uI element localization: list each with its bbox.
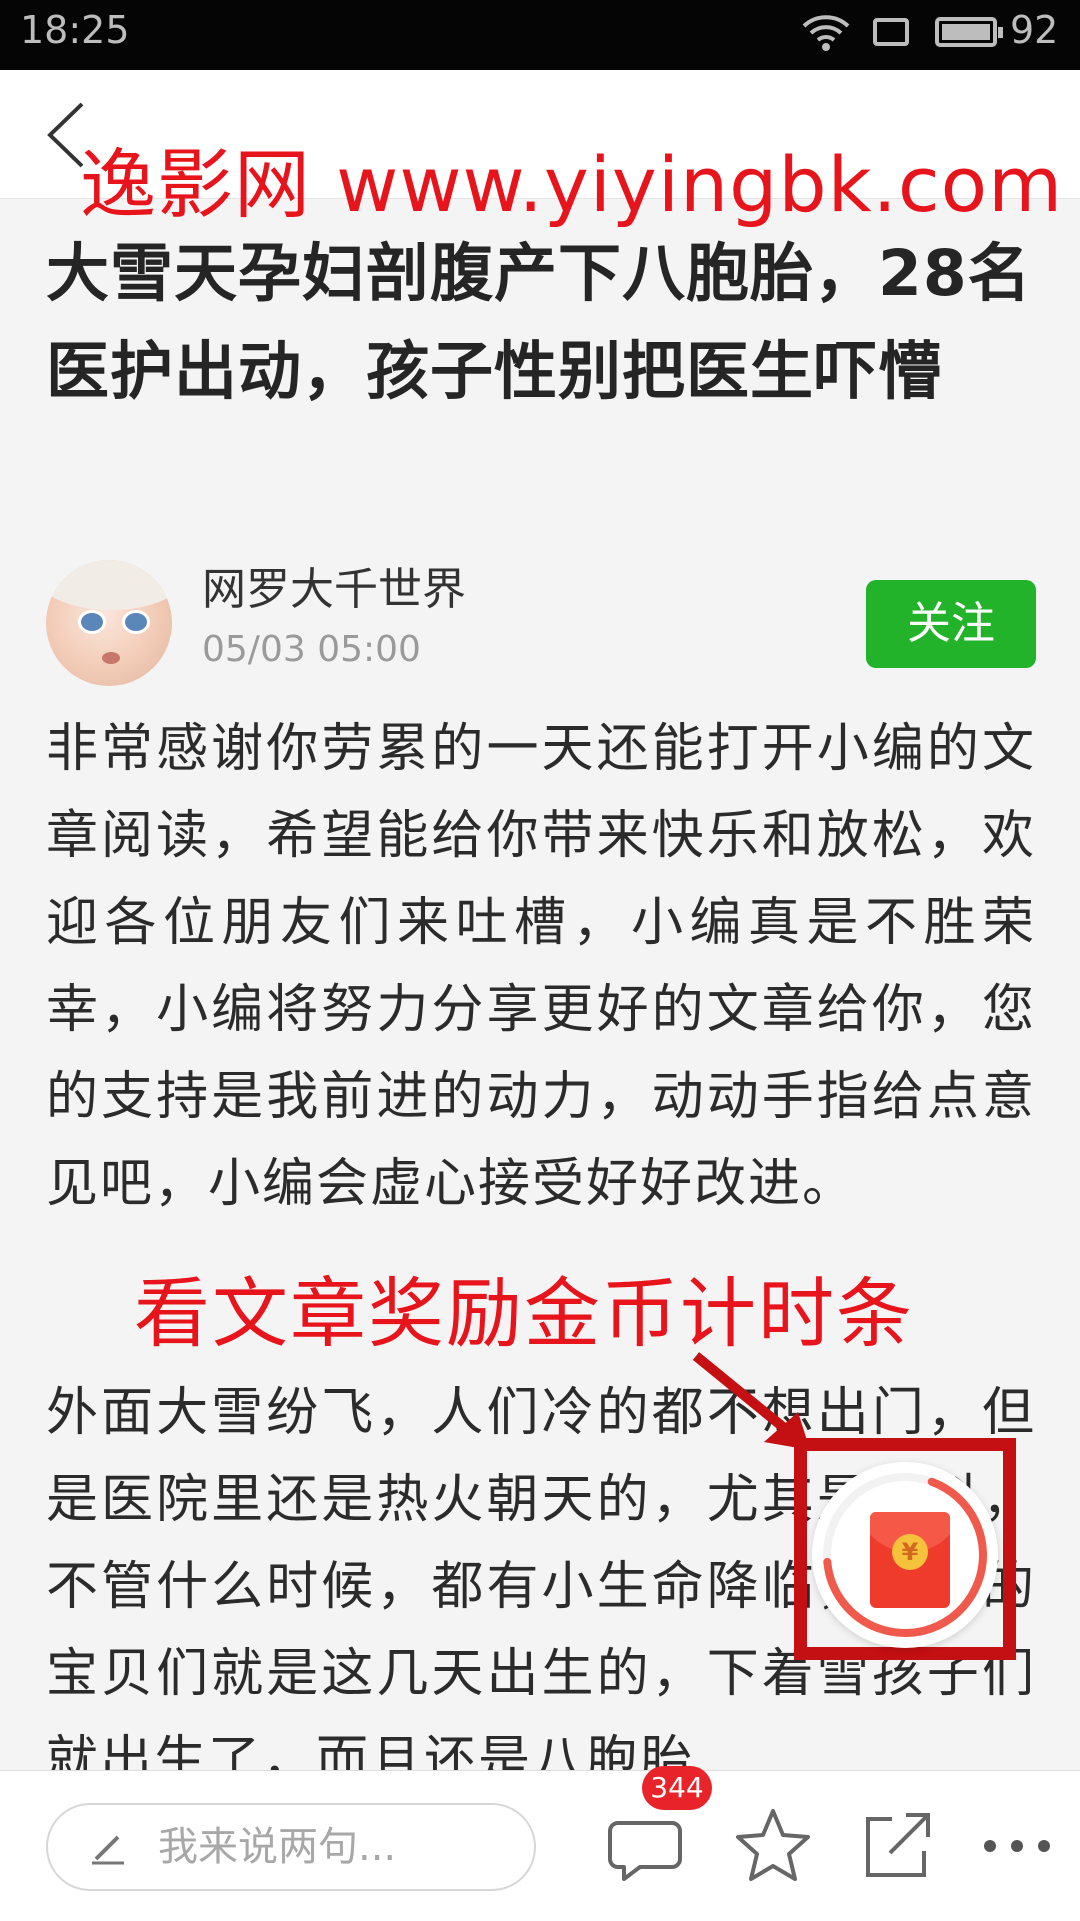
sim-icon <box>873 18 909 46</box>
comment-placeholder: 我来说两句... <box>158 1824 397 1870</box>
coin-icon: ¥ <box>892 1534 928 1570</box>
reward-timer[interactable]: ¥ <box>812 1462 998 1648</box>
author-row: 网罗大千世界 05/03 05:00 关注 <box>46 560 1036 688</box>
pen-icon <box>92 1835 124 1865</box>
wifi-icon <box>802 15 850 51</box>
status-bar: 18:25 92 <box>0 0 1080 70</box>
follow-button[interactable]: 关注 <box>866 580 1036 668</box>
article-paragraph: 非常感谢你劳累的一天还能打开小编的文章阅读，希望能给你带来快乐和放松，欢迎各位朋… <box>46 719 1036 1214</box>
red-envelope-icon: ¥ <box>870 1512 950 1608</box>
status-time: 18:25 <box>20 8 130 52</box>
bottom-bar: 我来说两句... 344 <box>0 1766 1080 1921</box>
article-title: 大雪天孕妇剖腹产下八胞胎，28名医护出动，孩子性别把医生吓懵 <box>46 237 1032 408</box>
publish-date: 05/03 05:00 <box>202 629 421 670</box>
battery-icon <box>935 17 1003 47</box>
more-icon[interactable] <box>972 1801 1062 1891</box>
watermark-annotation: 看文章奖励金币计时条 <box>134 1269 914 1358</box>
author-name[interactable]: 网罗大千世界 <box>202 560 466 620</box>
avatar[interactable] <box>46 560 172 686</box>
share-icon[interactable] <box>852 1801 942 1891</box>
comment-icon[interactable] <box>600 1801 690 1891</box>
star-icon[interactable] <box>728 1801 818 1891</box>
comment-input[interactable]: 我来说两句... <box>46 1803 536 1891</box>
comment-count-badge: 344 <box>642 1766 712 1810</box>
watermark-top: 逸影网 www.yiyingbk.com <box>80 140 1064 229</box>
battery-level: 92 <box>1010 8 1059 52</box>
